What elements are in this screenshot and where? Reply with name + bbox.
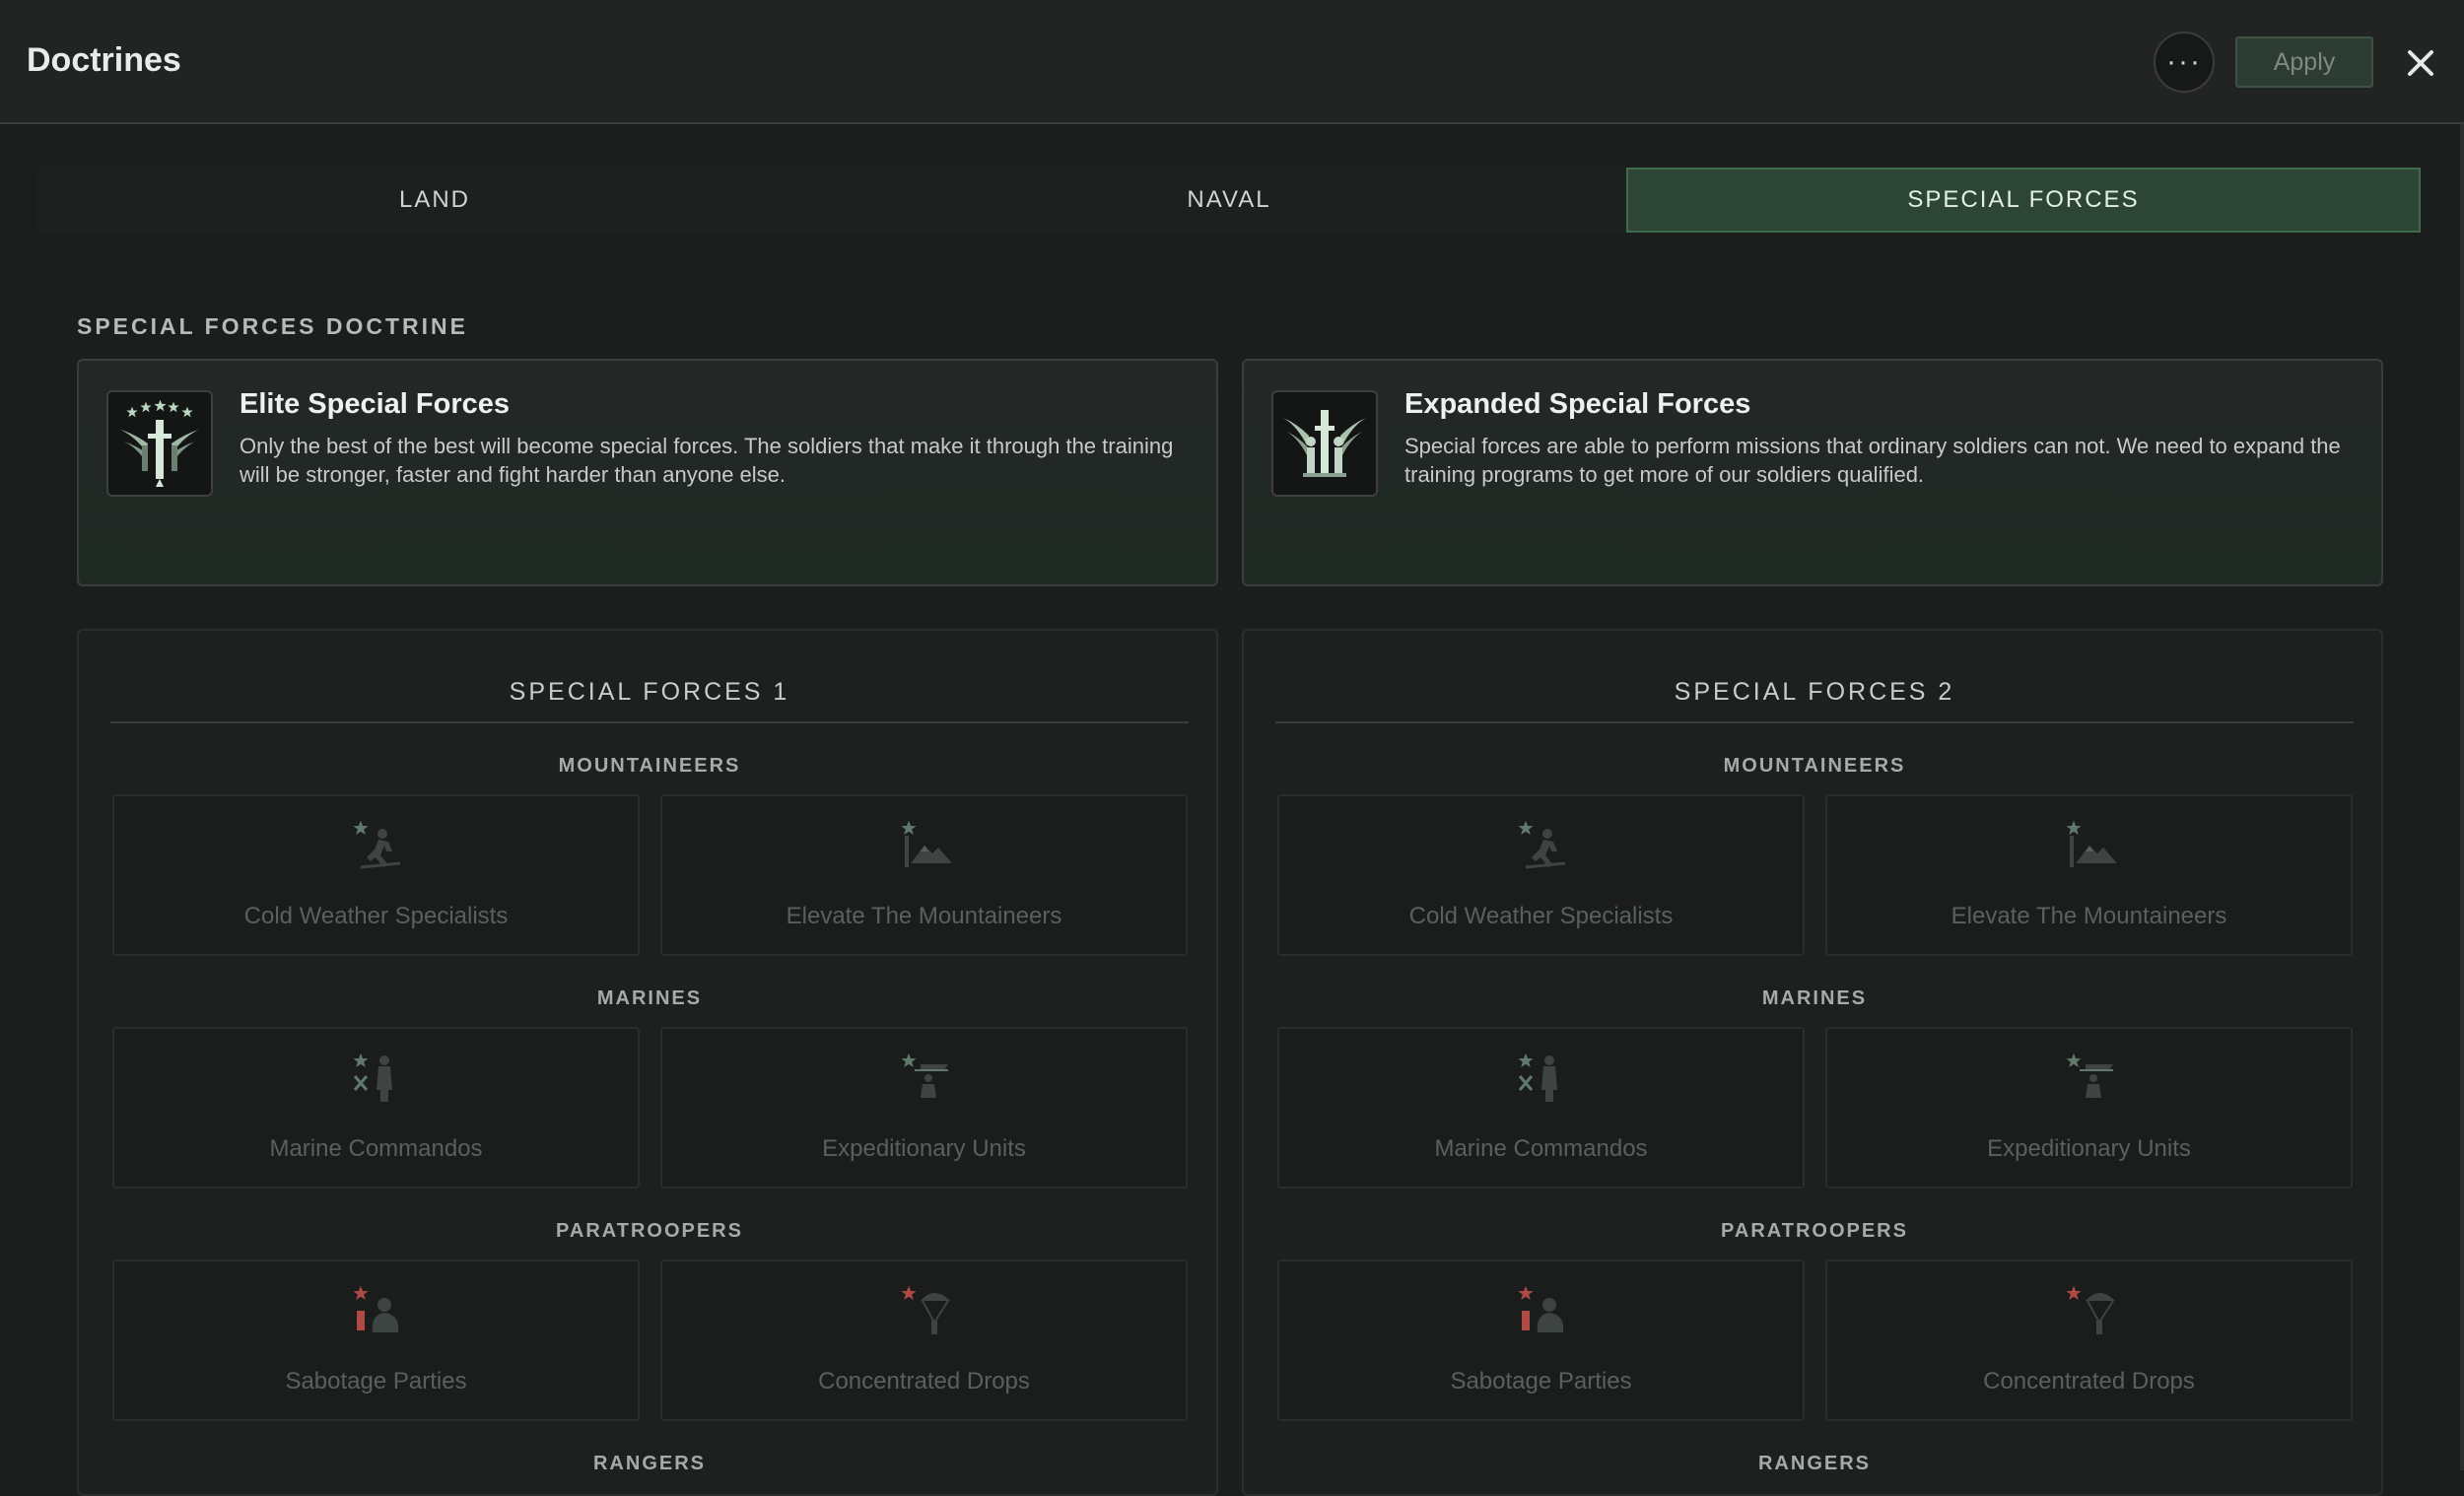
landing-ship-icon: [901, 1053, 948, 1098]
doctrine-name: Elite Special Forces: [240, 388, 511, 420]
doctrine-description: Special forces are able to perform missi…: [1404, 434, 2341, 487]
item-concentrated-drops[interactable]: Concentrated Drops: [660, 1259, 1188, 1421]
skier-soldier-icon: [353, 820, 401, 869]
winged-soldiers-emblem-icon: [1271, 390, 1378, 497]
apply-button[interactable]: Apply: [2235, 36, 2373, 88]
parachute-icon: [901, 1285, 950, 1334]
saboteur-icon: [353, 1285, 399, 1332]
more-options-button[interactable]: ···: [2154, 32, 2215, 93]
item-marine-commandos[interactable]: Marine Commandos: [1277, 1027, 1805, 1189]
commando-icon: [353, 1053, 392, 1102]
item-cold-weather-specialists[interactable]: Cold Weather Specialists: [112, 794, 640, 956]
item-name: Cold Weather Specialists: [1408, 903, 1674, 929]
item-elevate-the-mountaineers[interactable]: Elevate The Mountaineers: [1825, 794, 2353, 956]
item-sabotage-parties[interactable]: Sabotage Parties: [112, 1259, 640, 1421]
ellipsis-icon: ···: [2166, 45, 2202, 78]
commando-icon: [1518, 1053, 1557, 1102]
doctrine-card-elite-special-forces[interactable]: Elite Special Forces Only the best of th…: [77, 359, 1218, 586]
group-title: SPECIAL FORCES 1: [110, 678, 1189, 723]
saboteur-icon: [1518, 1285, 1564, 1332]
mountain-icon: [901, 820, 952, 867]
item-name: Expeditionary Units: [822, 1135, 1026, 1162]
page-title: Doctrines: [27, 41, 181, 79]
item-name: Marine Commandos: [269, 1135, 483, 1162]
item-sabotage-parties[interactable]: Sabotage Parties: [1277, 1259, 1805, 1421]
item-name: Elevate The Mountaineers: [1951, 903, 2227, 929]
item-concentrated-drops[interactable]: Concentrated Drops: [1825, 1259, 2353, 1421]
winged-dagger-stars-emblem-icon: [106, 390, 213, 497]
item-name: Sabotage Parties: [1450, 1368, 1632, 1394]
top-bar: Doctrines ··· Apply: [0, 0, 2464, 124]
doctrine-card-expanded-special-forces[interactable]: Expanded Special Forces Special forces a…: [1242, 359, 2383, 586]
category-label-rangers: RANGERS: [592, 1453, 706, 1474]
item-name: Sabotage Parties: [285, 1368, 467, 1394]
doctrine-tabs: LAND NAVAL SPECIAL FORCES: [37, 168, 2421, 233]
category-label-paratroopers: PARATROOPERS: [556, 1220, 743, 1242]
category-label-mountaineers: MOUNTAINEERS: [558, 755, 741, 777]
item-name: Expeditionary Units: [1987, 1135, 2191, 1162]
category-label-marines: MARINES: [1761, 987, 1868, 1009]
doctrine-name: Expanded Special Forces: [1404, 388, 1751, 420]
item-name: Marine Commandos: [1434, 1135, 1648, 1162]
group-title: SPECIAL FORCES 2: [1275, 678, 2354, 723]
group-panel-special-forces-2: SPECIAL FORCES 2 MOUNTAINEERS Cold Weath…: [1242, 629, 2383, 1496]
item-expeditionary-units[interactable]: Expeditionary Units: [660, 1027, 1188, 1189]
item-expeditionary-units[interactable]: Expeditionary Units: [1825, 1027, 2353, 1189]
close-icon: [2408, 50, 2433, 76]
tab-naval[interactable]: NAVAL: [832, 168, 1626, 233]
mountain-icon: [2066, 820, 2117, 867]
skier-soldier-icon: [1518, 820, 1566, 869]
category-label-marines: MARINES: [596, 987, 703, 1009]
section-label: SPECIAL FORCES DOCTRINE: [77, 313, 468, 339]
tab-special-forces[interactable]: SPECIAL FORCES: [1626, 168, 2421, 233]
parachute-icon: [2066, 1285, 2115, 1334]
landing-ship-icon: [2066, 1053, 2113, 1098]
tab-land[interactable]: LAND: [37, 168, 832, 233]
item-cold-weather-specialists[interactable]: Cold Weather Specialists: [1277, 794, 1805, 956]
close-button[interactable]: [2401, 43, 2440, 83]
category-label-paratroopers: PARATROOPERS: [1721, 1220, 1908, 1242]
doctrine-description: Only the best of the best will become sp…: [240, 434, 1174, 487]
item-name: Cold Weather Specialists: [243, 903, 509, 929]
item-name: Concentrated Drops: [1983, 1368, 2195, 1394]
item-marine-commandos[interactable]: Marine Commandos: [112, 1027, 640, 1189]
item-name: Concentrated Drops: [818, 1368, 1030, 1394]
category-label-mountaineers: MOUNTAINEERS: [1723, 755, 1906, 777]
item-name: Elevate The Mountaineers: [786, 903, 1062, 929]
category-label-rangers: RANGERS: [1757, 1453, 1871, 1474]
item-elevate-the-mountaineers[interactable]: Elevate The Mountaineers: [660, 794, 1188, 956]
group-panel-special-forces-1: SPECIAL FORCES 1 MOUNTAINEERS Cold Weath…: [77, 629, 1218, 1496]
scrollbar[interactable]: [2460, 124, 2464, 1470]
